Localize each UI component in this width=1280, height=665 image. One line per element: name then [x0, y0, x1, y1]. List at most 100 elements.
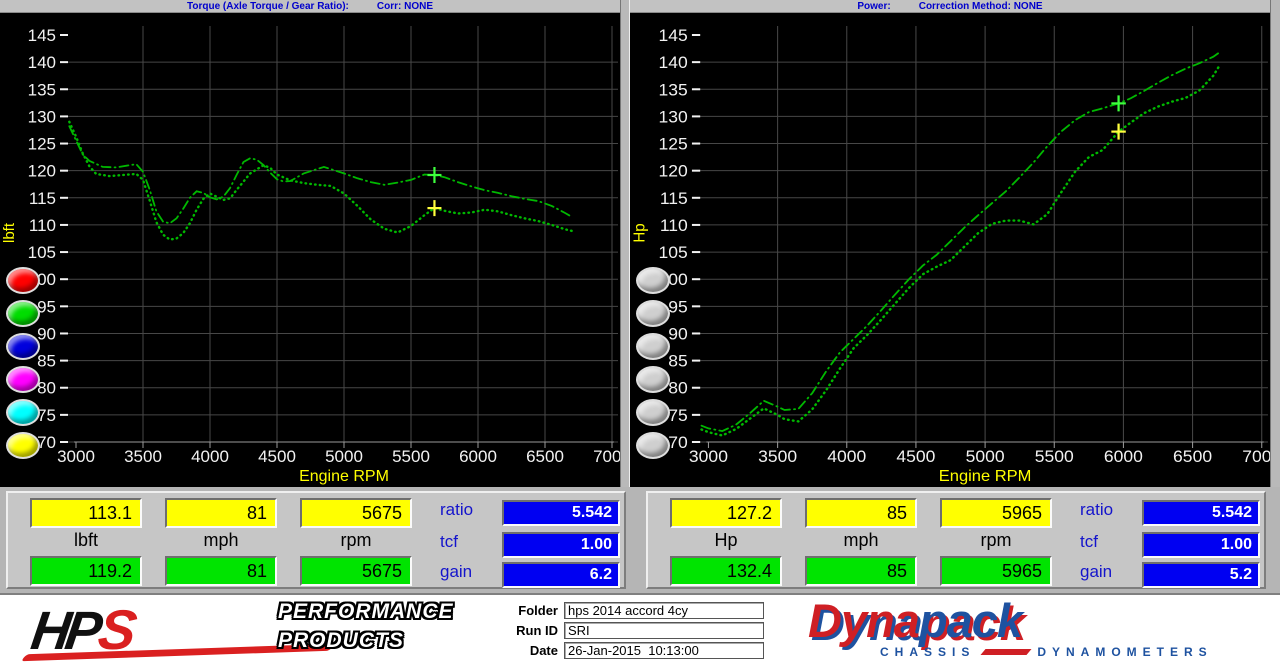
run-select-button-green[interactable]	[6, 300, 40, 327]
svg-text:3500: 3500	[124, 447, 162, 466]
footer-bar: HPS PERFORMANCE PRODUCTS Folder Run ID D…	[0, 593, 1280, 665]
curve-current-run-dashdot	[69, 126, 572, 223]
speed-run-value: 85	[805, 556, 917, 586]
torque-chart-header: Torque (Axle Torque / Gear Ratio): Corr:…	[0, 0, 620, 13]
svg-text:90: 90	[668, 324, 688, 344]
hps-letters-hp: HP	[28, 601, 101, 661]
run-select-button-gray-4[interactable]	[636, 366, 670, 393]
rpm-unit-label: rpm	[940, 530, 1052, 552]
run-select-button-blue[interactable]	[6, 333, 40, 360]
svg-text:135: 135	[28, 80, 56, 99]
torque-readout-panel: 113.1 81 5675 lbft mph rpm 119.2 81 5675…	[6, 491, 626, 589]
torque-plot-area: 7075808590951001051101151201251301351401…	[0, 13, 620, 487]
y-axis-title: lbft	[1, 222, 18, 243]
svg-text:90: 90	[37, 324, 56, 343]
svg-text:5500: 5500	[1035, 446, 1074, 466]
svg-text:6000: 6000	[459, 447, 497, 466]
run-id-label: Run ID	[502, 623, 564, 638]
marker-cursor-baseline[interactable]	[427, 200, 441, 216]
tcf-label: tcf	[1080, 532, 1135, 552]
gridlines	[66, 26, 618, 442]
folder-row: Folder	[502, 601, 782, 619]
power-chart-header: Power: Correction Method: NONE	[630, 0, 1270, 13]
torque-correction-status: Corr: NONE	[377, 0, 433, 13]
dynapack-swoosh-graphic	[981, 649, 1032, 655]
speed-run-value: 81	[165, 556, 277, 586]
run-select-button-yellow[interactable]	[6, 432, 40, 459]
curve-current-run-dashdot	[702, 52, 1221, 431]
torque-cursor-value: 113.1	[30, 498, 142, 528]
power-readout-panel: 127.2 85 5965 Hp mph rpm 132.4 85 5965 r…	[646, 491, 1266, 589]
hps-tagline-line2: PRODUCTS	[278, 629, 404, 653]
ratio-label: ratio	[1080, 500, 1135, 520]
svg-text:7000: 7000	[593, 447, 620, 466]
svg-text:135: 135	[659, 80, 688, 100]
gain-label: gain	[440, 562, 495, 582]
svg-text:3000: 3000	[689, 446, 728, 466]
charts-row: Torque (Axle Torque / Gear Ratio): Corr:…	[0, 0, 1280, 487]
folder-label: Folder	[502, 603, 564, 618]
svg-text:80: 80	[37, 379, 56, 398]
run-select-button-gray-3[interactable]	[636, 333, 670, 360]
run-select-button-magenta[interactable]	[6, 366, 40, 393]
run-select-button-gray-6[interactable]	[636, 432, 670, 459]
svg-text:110: 110	[660, 215, 688, 235]
svg-text:140: 140	[659, 52, 688, 72]
svg-text:6000: 6000	[1104, 446, 1143, 466]
dynapack-word-pack: pack	[919, 594, 1022, 647]
svg-text:4000: 4000	[827, 446, 866, 466]
torque-chart-title: Torque (Axle Torque / Gear Ratio):	[187, 0, 349, 13]
svg-text:125: 125	[659, 134, 688, 154]
gain-label: gain	[1080, 562, 1135, 582]
ratio-label: ratio	[440, 500, 495, 520]
speed-cursor-value: 85	[805, 498, 917, 528]
rpm-cursor-value: 5965	[940, 498, 1052, 528]
power-plot[interactable]: 7075808590951001051101151201251301351401…	[630, 13, 1270, 487]
right-edge-strip	[1270, 0, 1280, 487]
run-select-button-red[interactable]	[6, 267, 40, 294]
tcf-label: tcf	[440, 532, 495, 552]
run-select-button-gray-1[interactable]	[636, 267, 670, 294]
power-plot-area: 7075808590951001051101151201251301351401…	[630, 13, 1270, 487]
svg-text:3000: 3000	[57, 447, 95, 466]
run-id-row: Run ID	[502, 621, 782, 639]
svg-text:4000: 4000	[191, 447, 229, 466]
chart-divider	[620, 0, 630, 487]
run-id-field[interactable]	[564, 622, 764, 639]
gridlines	[698, 26, 1268, 442]
marker-cursor-current-run[interactable]	[427, 167, 441, 183]
svg-text:85: 85	[37, 352, 56, 371]
gain-value: 6.2	[502, 562, 620, 588]
run-info-form: Folder Run ID Date	[502, 601, 782, 661]
rpm-cursor-value: 5675	[300, 498, 412, 528]
speed-unit-label: mph	[805, 530, 917, 552]
power-chart-title: Power:	[857, 0, 890, 13]
svg-text:110: 110	[29, 216, 56, 235]
svg-text:75: 75	[668, 405, 688, 425]
speed-cursor-value: 81	[165, 498, 277, 528]
power-chart-panel: Power: Correction Method: NONE 707580859…	[630, 0, 1270, 487]
dynapack-sub-dynamometers: DYNAMOMETERS	[1037, 645, 1212, 659]
folder-field[interactable]	[564, 602, 764, 619]
svg-text:125: 125	[28, 135, 56, 154]
svg-text:6500: 6500	[526, 447, 564, 466]
torque-run-value: 119.2	[30, 556, 142, 586]
curve-baseline-dotted	[702, 64, 1221, 435]
svg-text:140: 140	[28, 53, 56, 72]
run-select-button-gray-2[interactable]	[636, 300, 670, 327]
gain-value: 5.2	[1142, 562, 1260, 588]
svg-text:75: 75	[37, 406, 56, 425]
svg-text:80: 80	[668, 378, 688, 398]
torque-plot[interactable]: 7075808590951001051101151201251301351401…	[0, 13, 620, 487]
svg-text:70: 70	[37, 433, 56, 452]
rpm-unit-label: rpm	[300, 530, 412, 552]
svg-text:4500: 4500	[896, 446, 935, 466]
run-select-button-cyan[interactable]	[6, 399, 40, 426]
dynapack-wordmark: Dynapack	[808, 593, 1022, 648]
svg-text:130: 130	[28, 107, 56, 126]
run-select-button-gray-5[interactable]	[636, 399, 670, 426]
date-field[interactable]	[564, 642, 764, 659]
dynapack-word-dyna: Dyna	[808, 594, 919, 647]
svg-text:105: 105	[28, 243, 56, 262]
svg-text:7000: 7000	[1242, 446, 1270, 466]
